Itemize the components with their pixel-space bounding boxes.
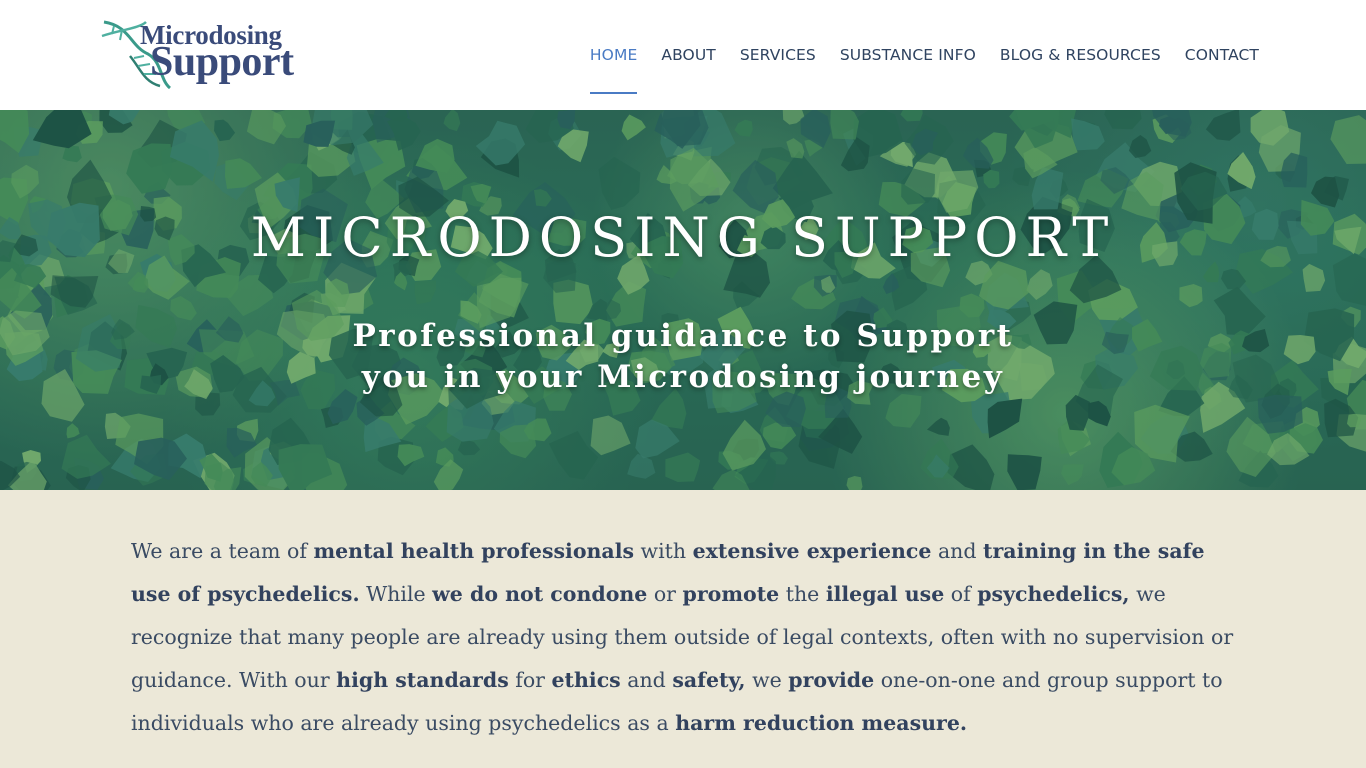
- intro-text-run: we: [745, 668, 789, 692]
- intro-text-run: with: [634, 539, 693, 563]
- intro-text-run: of: [944, 582, 978, 606]
- hero-banner: MICRODOSING SUPPORT Professional guidanc…: [0, 110, 1366, 490]
- nav-home[interactable]: HOME: [589, 0, 638, 94]
- nav-contact[interactable]: CONTACT: [1185, 0, 1259, 94]
- logo-text-bottom: Support: [150, 39, 294, 85]
- intro-text-run: and: [931, 539, 984, 563]
- hero-overlay: [0, 110, 1366, 490]
- site-logo[interactable]: Microdosing Support: [100, 16, 300, 92]
- hero-subtitle-line-1: Professional guidance to Support: [352, 318, 1014, 354]
- intro-emphasis: safety,: [672, 668, 746, 692]
- intro-emphasis: we do not condone: [432, 582, 648, 606]
- intro-emphasis: ethics: [551, 668, 621, 692]
- hero-title: MICRODOSING SUPPORT: [250, 206, 1116, 269]
- intro-text-run: We are a team of: [131, 539, 314, 563]
- intro-emphasis: provide: [788, 668, 875, 692]
- intro-text-run: the: [779, 582, 826, 606]
- nav-services[interactable]: SERVICES: [740, 0, 816, 94]
- intro-text-run: for: [508, 668, 552, 692]
- intro-emphasis: psychedelics,: [977, 582, 1130, 606]
- intro-text-run: or: [647, 582, 683, 606]
- nav-blog-resources[interactable]: BLOG & RESOURCES: [1000, 0, 1161, 94]
- hero-subtitle-line-2: you in your Microdosing journey: [361, 359, 1005, 395]
- intro-emphasis: harm reduction measure.: [675, 711, 967, 735]
- intro-emphasis: illegal use: [825, 582, 945, 606]
- nav-substance-info[interactable]: SUBSTANCE INFO: [840, 0, 976, 94]
- main-nav: HOME ABOUT SERVICES SUBSTANCE INFO BLOG …: [566, 0, 1259, 110]
- intro-text-run: and: [620, 668, 673, 692]
- intro-text-run: While: [359, 582, 433, 606]
- intro-emphasis: promote: [682, 582, 780, 606]
- intro-paragraph: We are a team of mental health professio…: [131, 530, 1251, 745]
- nav-about[interactable]: ABOUT: [661, 0, 715, 94]
- intro-emphasis: mental health professionals: [313, 539, 635, 563]
- intro-emphasis: high standards: [336, 668, 509, 692]
- intro-section: We are a team of mental health professio…: [0, 490, 1366, 768]
- site-header: Microdosing Support HOME ABOUT SERVICES …: [0, 0, 1366, 110]
- hero-subtitle: Professional guidance to Support you in …: [0, 316, 1366, 398]
- intro-emphasis: extensive experience: [692, 539, 932, 563]
